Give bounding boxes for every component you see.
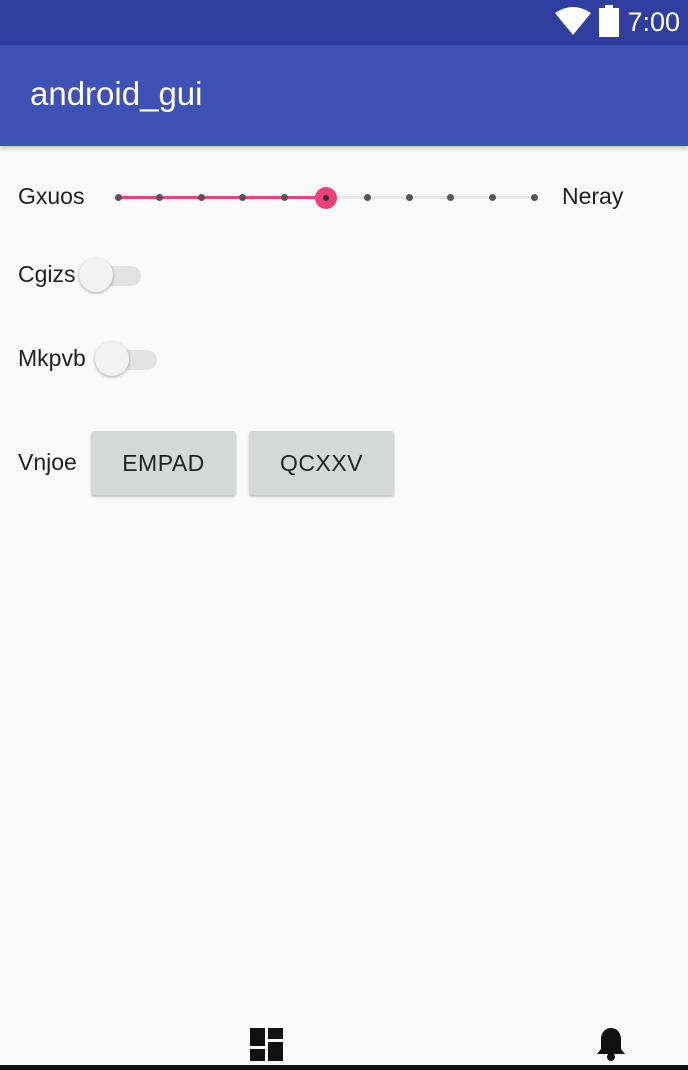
qcxxv-button[interactable]: QCXXV <box>249 431 394 495</box>
switch-label-mkpvb: Mkpvb <box>18 345 86 371</box>
slider-thumb-dot <box>323 195 329 201</box>
slider-tick <box>114 194 122 201</box>
slider-tick <box>405 194 413 201</box>
slider-tick <box>280 194 288 201</box>
status-bar: 7:00 <box>0 0 688 45</box>
empad-button[interactable]: EMPAD <box>91 431 236 495</box>
nav-bar-divider <box>0 1065 688 1070</box>
dashboard-icon[interactable] <box>250 1028 283 1065</box>
slider-tick <box>156 194 164 201</box>
button-row-label: Vnjoe <box>18 449 77 475</box>
slider-tick <box>530 194 538 201</box>
status-time: 7:00 <box>627 7 680 37</box>
slider-tick <box>447 194 455 201</box>
status-icons: 7:00 <box>555 0 680 45</box>
mkpvb-switch[interactable] <box>95 342 159 376</box>
battery-icon <box>599 4 620 41</box>
app-bar: android_gui <box>0 45 688 146</box>
slider-tick <box>488 194 496 201</box>
switch-thumb <box>95 342 129 376</box>
wifi-icon <box>555 6 592 39</box>
slider-tick <box>239 194 247 201</box>
slider-right-label: Neray <box>562 183 624 209</box>
slider-tick <box>364 194 372 201</box>
switch-thumb <box>79 258 113 292</box>
app-title: android_gui <box>30 75 203 112</box>
notification-bell-icon[interactable] <box>596 1026 626 1066</box>
bottom-nav <box>0 1015 688 1070</box>
cgizs-switch[interactable] <box>79 258 143 292</box>
slider-thumb[interactable] <box>315 187 337 209</box>
slider-track-fill <box>118 196 326 199</box>
step-slider[interactable] <box>114 184 538 212</box>
slider-left-label: Gxuos <box>18 183 85 209</box>
switch-label-cgizs: Cgizs <box>18 261 76 287</box>
slider-tick <box>197 194 205 201</box>
